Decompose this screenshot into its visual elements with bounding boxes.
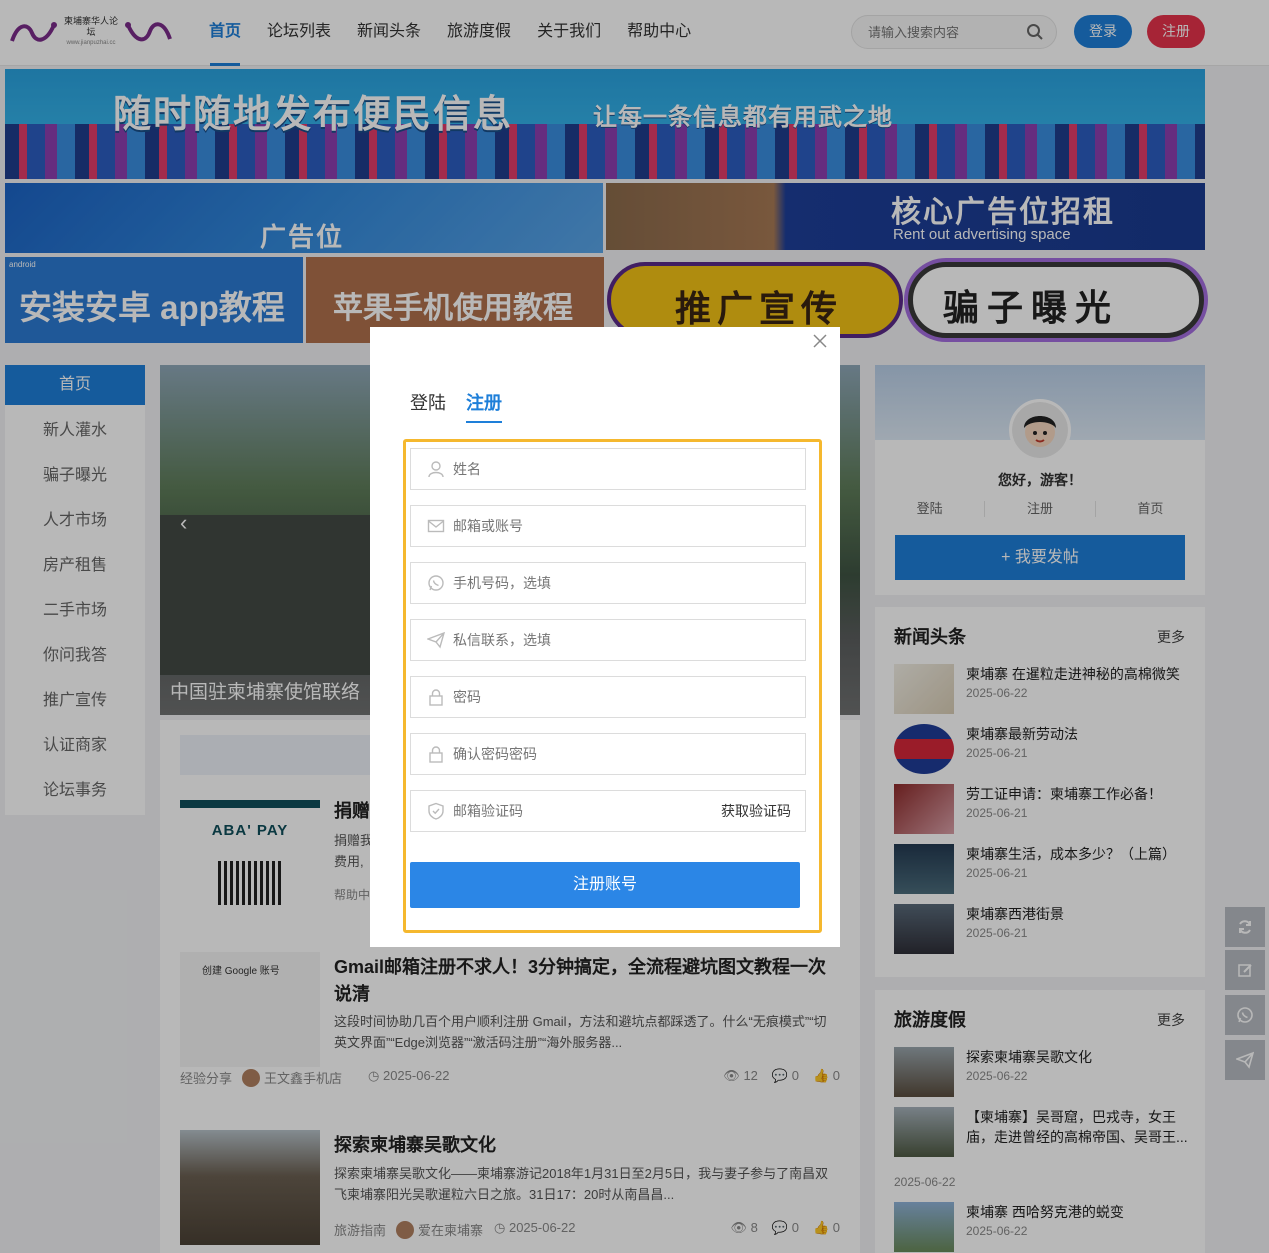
mail-icon	[427, 519, 445, 533]
get-code-button[interactable]: 获取验证码	[721, 801, 791, 821]
password-field[interactable]	[410, 676, 806, 718]
modal-tabs: 登陆 注册	[410, 389, 502, 423]
confirm-password-field[interactable]	[410, 733, 806, 775]
message-contact-field[interactable]	[410, 619, 806, 661]
name-field[interactable]	[410, 448, 806, 490]
close-icon[interactable]	[812, 333, 828, 349]
tab-register[interactable]: 注册	[466, 389, 502, 423]
email-code-input[interactable]	[453, 791, 753, 831]
phone-input[interactable]	[453, 563, 753, 603]
tab-login[interactable]: 登陆	[410, 389, 446, 423]
message-contact-input[interactable]	[453, 620, 753, 660]
password-input[interactable]	[453, 677, 753, 717]
email-field[interactable]	[410, 505, 806, 547]
name-input[interactable]	[453, 449, 753, 489]
lock-icon	[429, 689, 443, 706]
confirm-password-input[interactable]	[453, 734, 753, 774]
paper-plane-icon	[427, 631, 445, 649]
phone-field[interactable]	[410, 562, 806, 604]
shield-check-icon	[428, 802, 444, 820]
email-input[interactable]	[453, 506, 753, 546]
lock-icon	[429, 746, 443, 763]
user-icon	[428, 461, 444, 478]
whatsapp-icon	[428, 575, 444, 591]
register-submit-button[interactable]: 注册账号	[410, 862, 800, 908]
email-code-field[interactable]: 获取验证码	[410, 790, 806, 832]
